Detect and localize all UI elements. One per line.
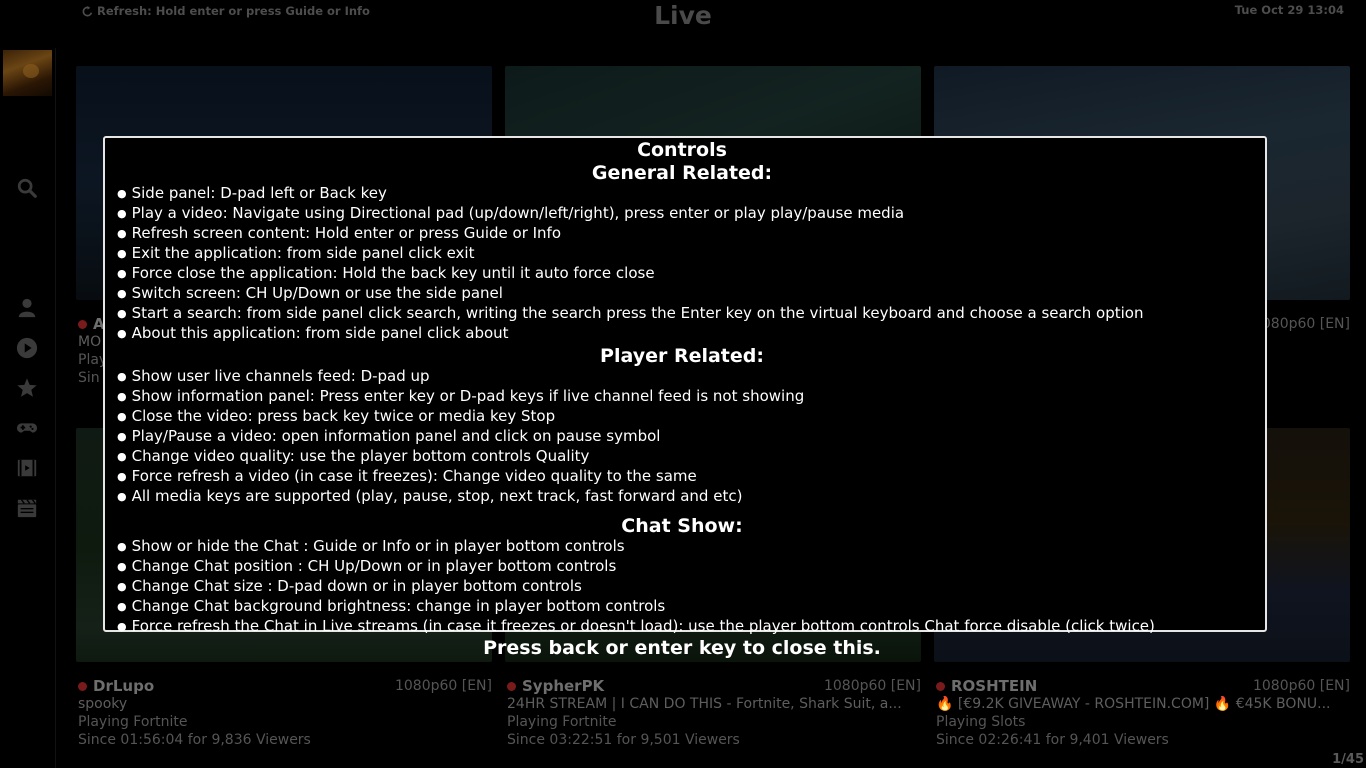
list-item: Side panel: D-pad left or Back key	[117, 184, 1247, 204]
sidebar-item-search[interactable]	[13, 174, 41, 202]
list-item: About this application: from side panel …	[117, 324, 1247, 344]
app-root: Refresh: Hold enter or press Guide or In…	[0, 0, 1366, 768]
list-item: Force refresh a video (in case it freeze…	[117, 467, 1247, 487]
sidebar-item-videos[interactable]	[13, 454, 41, 482]
list-item: Close the video: press back key twice or…	[117, 407, 1247, 427]
list-item: Change Chat position : CH Up/Down or in …	[117, 557, 1247, 577]
sidebar-item-games[interactable]	[13, 414, 41, 442]
sidebar-item-user[interactable]	[13, 294, 41, 322]
list-item: Exit the application: from side panel cl…	[117, 244, 1247, 264]
play-icon	[16, 337, 38, 359]
live-indicator	[78, 319, 87, 329]
dialog-title: Controls	[637, 139, 727, 161]
gamepad-icon	[16, 423, 38, 433]
list-item: Play/Pause a video: open information pan…	[117, 427, 1247, 447]
star-icon	[17, 378, 37, 397]
list-item: Force close the application: Hold the ba…	[117, 264, 1247, 284]
stream-quality: 1080p60 [EN]	[1252, 316, 1350, 332]
list-item: Show user live channels feed: D-pad up	[117, 367, 1247, 387]
list-item: Play a video: Navigate using Directional…	[117, 204, 1247, 224]
list-item: Change Chat size : D-pad down or in play…	[117, 577, 1247, 597]
sidebar-item-clips[interactable]	[13, 494, 41, 522]
sidebar-item-live[interactable]	[13, 334, 41, 362]
stream-game: Playing Slots	[936, 714, 1026, 730]
controls-dialog[interactable]: Controls General Related: Side panel: D-…	[103, 136, 1267, 659]
dialog-close-hint: Press back or enter key to close this.	[483, 637, 881, 659]
stream-quality: 1080p60 [EN]	[823, 678, 921, 694]
stream-game: Playing Fortnite	[78, 714, 188, 730]
list-item: Change video quality: use the player bot…	[117, 447, 1247, 467]
stream-game: Playing Fortnite	[507, 714, 617, 730]
list-item: Force refresh the Chat in Live streams (…	[117, 617, 1247, 637]
page-title: Live	[654, 1, 712, 30]
list-item: Switch screen: CH Up/Down or use the sid…	[117, 284, 1247, 304]
live-indicator	[78, 681, 87, 691]
clock: Tue Oct 29 13:04	[1234, 3, 1344, 17]
user-icon	[18, 298, 36, 318]
chat-heading: Chat Show:	[621, 515, 743, 537]
page-counter: 1/45	[1332, 752, 1364, 767]
search-icon	[17, 178, 37, 198]
video-icon	[17, 459, 37, 477]
stream-since: Since 01:56:04 for 9,836 Viewers	[78, 732, 311, 748]
stream-since: Since 02:26:41 for 9,401 Viewers	[936, 732, 1169, 748]
channel-name: DrLupo	[93, 677, 155, 695]
list-item: Start a search: from side panel click se…	[117, 304, 1247, 324]
list-item: All media keys are supported (play, paus…	[117, 487, 1247, 507]
channel-name: ROSHTEIN	[951, 677, 1038, 695]
player-list: Show user live channels feed: D-pad up S…	[117, 367, 1247, 507]
stream-title: spooky	[78, 696, 128, 712]
channel-name: SypherPK	[522, 677, 605, 695]
avatar[interactable]	[3, 50, 52, 96]
player-heading: Player Related:	[600, 345, 764, 367]
list-item: Refresh screen content: Hold enter or pr…	[117, 224, 1247, 244]
list-item: Change Chat background brightness: chang…	[117, 597, 1247, 617]
side-panel	[0, 48, 56, 768]
top-bar: Refresh: Hold enter or press Guide or In…	[0, 0, 1366, 36]
list-item: Show or hide the Chat : Guide or Info or…	[117, 537, 1247, 557]
live-indicator	[936, 681, 945, 691]
stream-since: Since 03:22:51 for 9,501 Viewers	[507, 732, 740, 748]
sidebar-item-featured[interactable]	[13, 374, 41, 402]
list-item: Show information panel: Press enter key …	[117, 387, 1247, 407]
live-indicator	[507, 681, 516, 691]
stream-quality: 1080p60 [EN]	[394, 678, 492, 694]
stream-title: 🔥 [€9.2K GIVEAWAY - ROSHTEIN.COM] 🔥 €45K…	[936, 696, 1331, 712]
chat-list: Show or hide the Chat : Guide or Info or…	[117, 537, 1247, 637]
general-heading: General Related:	[591, 162, 773, 184]
stream-title: 24HR STREAM | I CAN DO THIS - Fortnite, …	[507, 696, 902, 712]
stream-quality: 1080p60 [EN]	[1252, 678, 1350, 694]
general-list: Side panel: D-pad left or Back key Play …	[117, 184, 1247, 344]
clapperboard-icon	[17, 499, 37, 518]
